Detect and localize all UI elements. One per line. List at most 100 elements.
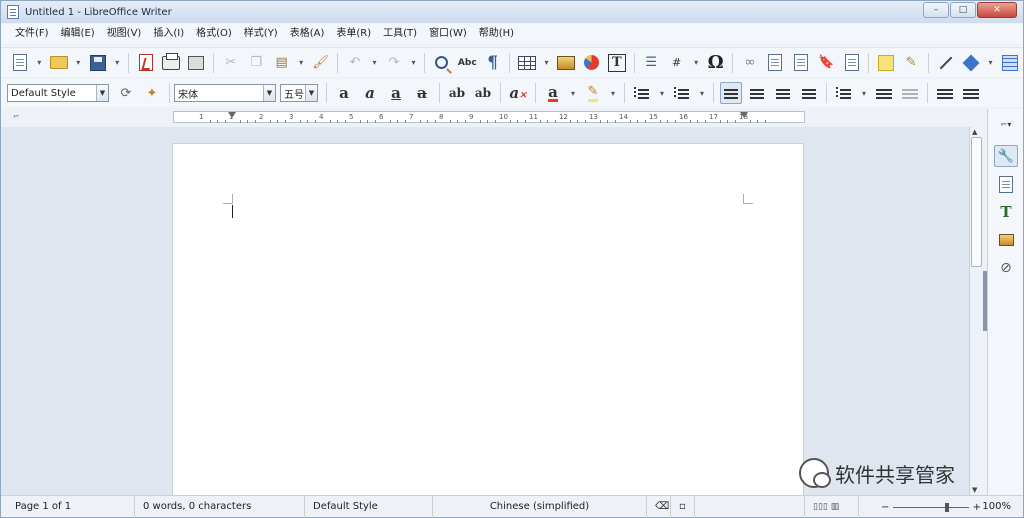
undo-dropdown-arrow[interactable]: ▾ [368, 52, 382, 74]
find-replace-button[interactable] [431, 52, 452, 74]
insert-endnote-button[interactable] [790, 52, 811, 74]
paste-button[interactable]: ▤ [271, 52, 292, 74]
scrollbar-thumb[interactable] [971, 137, 982, 267]
new-style-button[interactable]: ✦ [141, 82, 163, 104]
formatting-marks-button[interactable]: ¶ [482, 52, 503, 74]
sidebar-navigator-button[interactable]: ⊘ [994, 257, 1018, 279]
align-left-button[interactable] [720, 82, 742, 104]
insert-hyperlink-button[interactable]: ∞ [739, 52, 760, 74]
insert-mode-icon[interactable]: ⌫ [647, 495, 671, 518]
document-page[interactable] [172, 143, 804, 503]
italic-button[interactable]: a [359, 82, 381, 104]
sidebar-menu-button[interactable]: ⌐▾ [994, 113, 1018, 135]
page-count[interactable]: Page 1 of 1 [1, 495, 135, 518]
indent-marker[interactable] [228, 112, 236, 118]
increase-indent-button[interactable] [934, 82, 956, 104]
print-button[interactable] [160, 52, 181, 74]
scroll-up-arrow[interactable]: ▲ [972, 128, 977, 136]
menu-file[interactable]: 文件(F) [9, 24, 55, 44]
strikethrough-button[interactable]: a [411, 82, 433, 104]
bullets-button[interactable] [631, 82, 653, 104]
scroll-down-arrow[interactable]: ▼ [972, 486, 977, 494]
font-size-combo[interactable]: 五号 ▼ [280, 84, 318, 102]
line-spacing-button[interactable] [833, 82, 855, 104]
zoom-percentage[interactable]: 100% [982, 501, 1011, 512]
basic-shapes-button[interactable] [960, 52, 981, 74]
open-button[interactable] [48, 52, 69, 74]
highlight-dropdown-arrow[interactable]: ▾ [606, 82, 620, 104]
align-right-button[interactable] [772, 82, 794, 104]
menu-window[interactable]: 窗口(W) [423, 24, 473, 44]
vertical-scrollbar[interactable]: ▲ ▼ [969, 127, 983, 495]
chevron-down-icon[interactable]: ▼ [305, 85, 317, 101]
insert-textbox-button[interactable]: T [606, 52, 627, 74]
insert-bookmark-button[interactable]: 🔖 [815, 52, 836, 74]
decrease-indent-button[interactable] [960, 82, 982, 104]
zoom-out-button[interactable]: − [881, 502, 889, 513]
table-dropdown-arrow[interactable]: ▾ [540, 52, 554, 74]
view-layout-icons[interactable]: ▯▯▯ ▥ [805, 495, 859, 518]
zoom-in-button[interactable]: + [973, 502, 981, 513]
field-dropdown-arrow[interactable]: ▾ [689, 52, 703, 74]
insert-table-button[interactable] [516, 52, 537, 74]
page-style[interactable]: Default Style [305, 495, 433, 518]
menu-edit[interactable]: 编辑(E) [55, 24, 101, 44]
minimize-button[interactable]: – [923, 2, 949, 18]
spelling-button[interactable]: Abc [457, 52, 478, 74]
increase-paragraph-spacing-button[interactable] [873, 82, 895, 104]
show-draw-functions-button[interactable] [999, 52, 1020, 74]
sidebar-gallery-button[interactable] [994, 229, 1018, 251]
decrease-paragraph-spacing-button[interactable] [899, 82, 921, 104]
justify-button[interactable] [798, 82, 820, 104]
menu-form[interactable]: 表单(R) [330, 24, 377, 44]
menu-view[interactable]: 视图(V) [101, 24, 148, 44]
redo-button[interactable]: ↷ [383, 52, 404, 74]
insert-page-break-button[interactable]: ☰ [641, 52, 662, 74]
menu-table[interactable]: 表格(A) [284, 24, 331, 44]
word-count[interactable]: 0 words, 0 characters [135, 495, 305, 518]
menu-insert[interactable]: 插入(I) [147, 24, 190, 44]
chevron-down-icon[interactable]: ▼ [263, 85, 275, 101]
horizontal-ruler[interactable]: ⌐ 1 1 2 3 4 5 6 7 8 9 10 11 12 13 14 15 16 17 18 [1, 109, 1023, 127]
insert-line-button[interactable] [935, 52, 956, 74]
sidebar-properties-button[interactable]: 🔧 [994, 145, 1018, 167]
insert-chart-button[interactable] [581, 52, 602, 74]
font-color-button[interactable]: a [542, 82, 564, 104]
language[interactable]: Chinese (simplified) [433, 495, 647, 518]
menu-styles[interactable]: 样式(Y) [238, 24, 284, 44]
insert-footnote-button[interactable] [765, 52, 786, 74]
maximize-button[interactable]: □ [950, 2, 976, 18]
paste-dropdown-arrow[interactable]: ▾ [294, 52, 308, 74]
indent-marker[interactable] [740, 112, 748, 118]
bullets-dropdown-arrow[interactable]: ▾ [655, 82, 669, 104]
sidebar-styles-button[interactable]: T [994, 201, 1018, 223]
insert-field-button[interactable]: # [666, 52, 687, 74]
zoom-slider[interactable]: − + [881, 501, 981, 513]
numbering-button[interactable] [671, 82, 693, 104]
align-center-button[interactable] [746, 82, 768, 104]
shapes-dropdown-arrow[interactable]: ▾ [984, 52, 998, 74]
menu-format[interactable]: 格式(O) [190, 24, 238, 44]
undo-button[interactable]: ↶ [344, 52, 365, 74]
copy-button[interactable]: ❐ [246, 52, 267, 74]
redo-dropdown-arrow[interactable]: ▾ [407, 52, 421, 74]
font-color-dropdown-arrow[interactable]: ▾ [566, 82, 580, 104]
paragraph-style-combo[interactable]: Default Style ▼ [7, 84, 109, 102]
open-dropdown-arrow[interactable]: ▾ [71, 52, 85, 74]
insert-comment-button[interactable] [875, 52, 896, 74]
underline-button[interactable]: a [385, 82, 407, 104]
insert-cross-reference-button[interactable] [841, 52, 862, 74]
close-button[interactable]: ✕ [977, 2, 1017, 18]
menu-tools[interactable]: 工具(T) [377, 24, 423, 44]
update-style-button[interactable]: ⟳ [115, 82, 137, 104]
sidebar-page-button[interactable] [994, 173, 1018, 195]
print-preview-button[interactable] [186, 52, 207, 74]
new-document-button[interactable] [9, 52, 30, 74]
chevron-down-icon[interactable]: ▼ [96, 85, 108, 101]
save-dropdown-arrow[interactable]: ▾ [110, 52, 124, 74]
track-changes-button[interactable]: ✎ [901, 52, 922, 74]
bold-button[interactable]: a [333, 82, 355, 104]
digital-signature[interactable] [695, 495, 805, 518]
subscript-button[interactable]: ab [472, 82, 494, 104]
menu-help[interactable]: 帮助(H) [473, 24, 520, 44]
